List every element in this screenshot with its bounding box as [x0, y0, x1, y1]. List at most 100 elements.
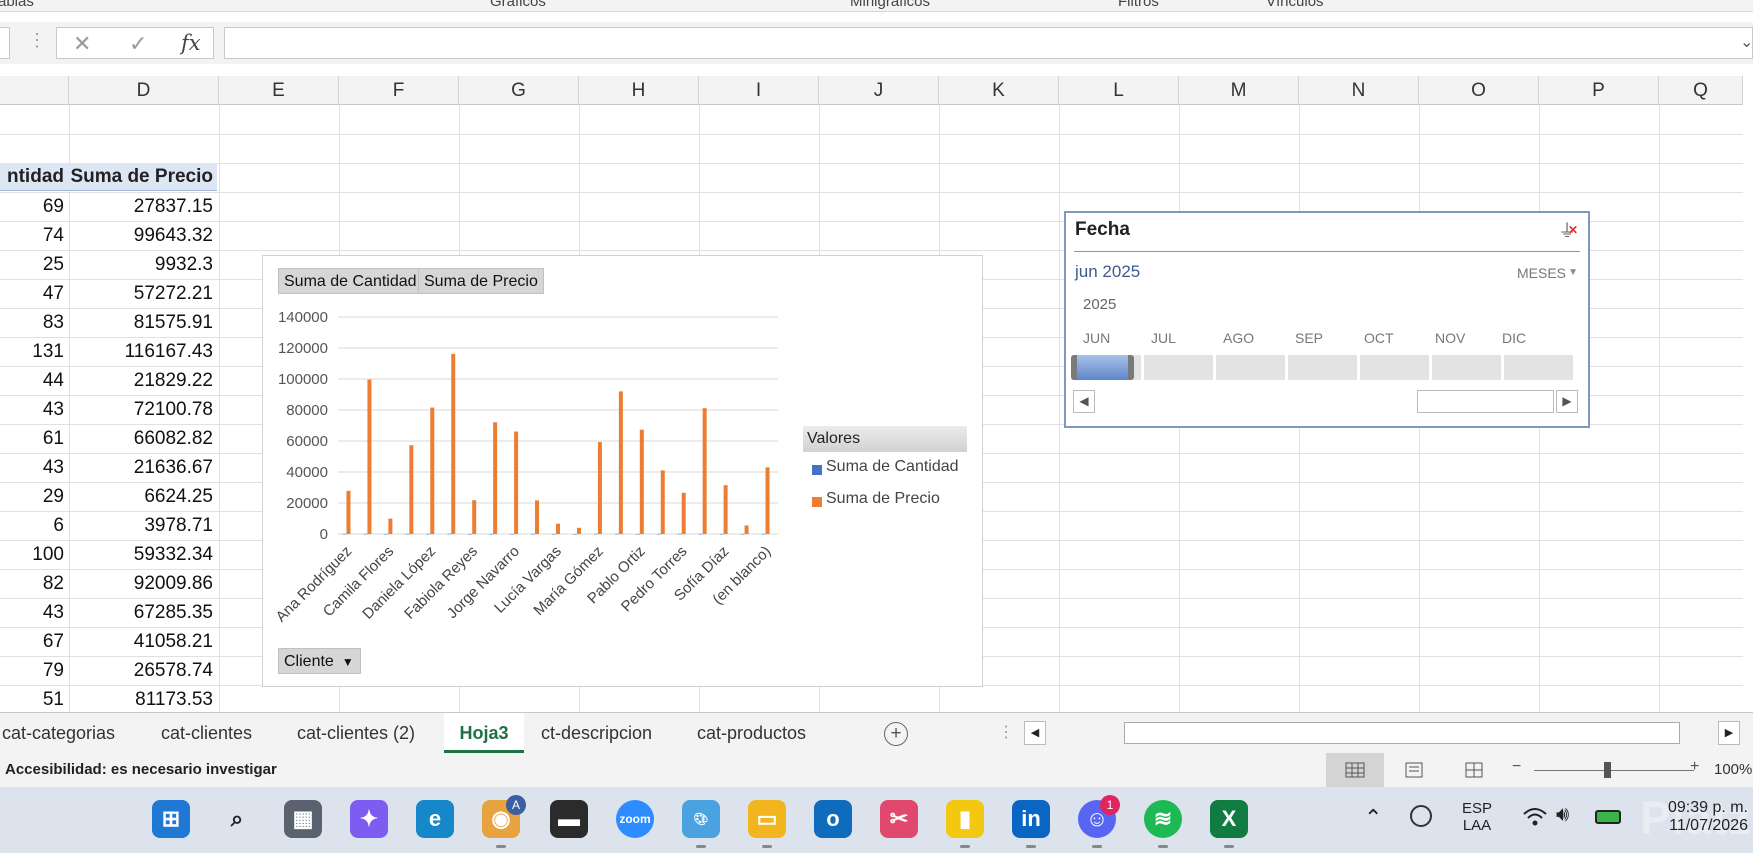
pivot-cell-precio[interactable]: 6624.25: [69, 482, 213, 511]
slicer-month-tile[interactable]: [1432, 355, 1501, 380]
snipping-tool-icon[interactable]: ✂: [880, 800, 918, 838]
scroll-right-button[interactable]: ▶: [1556, 390, 1578, 413]
pivot-cell-cantidad[interactable]: 61: [0, 424, 64, 453]
edge-icon[interactable]: e: [416, 800, 454, 838]
copilot-tray-icon[interactable]: [1410, 805, 1432, 827]
tabs-scroll-left-button[interactable]: ◀: [1024, 721, 1046, 745]
pivot-cell-precio[interactable]: 9932.3: [69, 250, 213, 279]
name-box[interactable]: [0, 27, 10, 59]
pivot-cell-precio[interactable]: 116167.43: [69, 337, 213, 366]
cancel-icon[interactable]: ✕: [73, 31, 91, 57]
column-header-f[interactable]: F: [339, 76, 459, 105]
tabs-scroll-right-button[interactable]: ▶: [1718, 721, 1740, 745]
legend-label-precio[interactable]: Suma de Precio: [826, 490, 940, 508]
pivot-cell-cantidad[interactable]: 51: [0, 685, 64, 712]
zoom-in-icon[interactable]: +: [1690, 758, 1699, 776]
pivot-cell-cantidad[interactable]: 69: [0, 192, 64, 221]
pivot-header-cantidad[interactable]: ntidad: [0, 163, 66, 191]
pivot-cell-cantidad[interactable]: 131: [0, 337, 64, 366]
ribbon-group-filtros[interactable]: Filtros: [1118, 0, 1159, 10]
tab-hoja3[interactable]: Hoja3: [444, 713, 524, 753]
column-header-n[interactable]: N: [1299, 76, 1419, 105]
pivot-cell-cantidad[interactable]: 44: [0, 366, 64, 395]
expand-formula-icon[interactable]: ⌄: [1740, 32, 1753, 52]
pivot-cell-precio[interactable]: 67285.35: [69, 598, 213, 627]
pivot-cell-precio[interactable]: 72100.78: [69, 395, 213, 424]
pivot-cell-precio[interactable]: 57272.21: [69, 279, 213, 308]
pivot-cell-precio[interactable]: 26578.74: [69, 656, 213, 685]
pivot-cell-precio[interactable]: 99643.32: [69, 221, 213, 250]
ribbon-group-tablas[interactable]: ablas: [0, 0, 34, 10]
calculator-icon[interactable]: ▦: [284, 800, 322, 838]
spotify-icon[interactable]: ≋: [1144, 800, 1182, 838]
enter-icon[interactable]: ✓: [129, 31, 147, 57]
column-header-j[interactable]: J: [819, 76, 939, 105]
slicer-month-tile[interactable]: [1288, 355, 1357, 380]
battery-icon[interactable]: [1595, 810, 1621, 824]
pivot-cell-cantidad[interactable]: 79: [0, 656, 64, 685]
zoom-level[interactable]: 100%: [1714, 761, 1752, 778]
pivot-cell-cantidad[interactable]: 43: [0, 395, 64, 424]
pivot-header-precio[interactable]: Suma de Precio: [66, 163, 217, 191]
tab-ct-descripcion[interactable]: ct-descripcion: [541, 713, 652, 753]
accessibility-status[interactable]: Accesibilidad: es necesario investigar: [5, 761, 277, 778]
legend-title[interactable]: Valores: [803, 426, 967, 452]
tab-cat-clientes[interactable]: cat-clientes: [161, 713, 252, 753]
pivot-cell-precio[interactable]: 81173.53: [69, 685, 213, 712]
pivot-cell-precio[interactable]: 21829.22: [69, 366, 213, 395]
pivot-cell-precio[interactable]: 27837.15: [69, 192, 213, 221]
sticky-notes-icon[interactable]: ▬: [550, 800, 588, 838]
field-button-precio[interactable]: Suma de Precio: [418, 268, 544, 294]
tab-cat-clientes-2[interactable]: cat-clientes (2): [297, 713, 415, 753]
zoom-icon[interactable]: zoom: [616, 800, 654, 838]
search-icon[interactable]: ⌕: [218, 800, 256, 838]
pivot-cell-cantidad[interactable]: 25: [0, 250, 64, 279]
column-header-m[interactable]: M: [1179, 76, 1299, 105]
pivot-cell-cantidad[interactable]: 43: [0, 453, 64, 482]
more-options-icon[interactable]: ⋮: [28, 30, 46, 51]
copilot-icon[interactable]: ✦: [350, 800, 388, 838]
pivot-cell-precio[interactable]: 92009.86: [69, 569, 213, 598]
tab-splitter-icon[interactable]: ⋮: [998, 722, 1014, 742]
date-slicer[interactable]: Fecha ⏚ ✕ jun 2025 MESES ▼ 2025 JUN JUL AGO…: [1064, 211, 1590, 428]
column-header-o[interactable]: O: [1419, 76, 1539, 105]
legend-label-cantidad[interactable]: Suma de Cantidad: [826, 458, 959, 476]
slicer-selection-bar[interactable]: [1071, 355, 1134, 380]
slicer-scrollbar[interactable]: [1417, 390, 1554, 413]
page-break-icon[interactable]: [1465, 762, 1483, 778]
column-header-e[interactable]: E: [219, 76, 339, 105]
column-header-g[interactable]: G: [459, 76, 579, 105]
volume-icon[interactable]: 🔊︎: [1556, 803, 1569, 827]
add-sheet-button[interactable]: +: [884, 722, 908, 746]
clock[interactable]: 09:39 p. m. 11/07/2026: [1650, 799, 1748, 835]
column-header-p[interactable]: P: [1539, 76, 1659, 105]
pivot-cell-precio[interactable]: 59332.34: [69, 540, 213, 569]
pivot-cell-cantidad[interactable]: 29: [0, 482, 64, 511]
field-button-cantidad[interactable]: Suma de Cantidad: [278, 268, 423, 294]
column-header-i[interactable]: I: [699, 76, 819, 105]
column-header-h[interactable]: H: [579, 76, 699, 105]
column-header-d[interactable]: D: [69, 76, 219, 105]
pivot-cell-cantidad[interactable]: 100: [0, 540, 64, 569]
spreadsheet-grid[interactable]: D E F G H I J K L M N O P Q ntidad Suma …: [0, 76, 1743, 712]
insert-function-icon[interactable]: fx: [181, 31, 201, 55]
field-button-cliente[interactable]: Cliente ▼: [278, 648, 361, 674]
slicer-month-tile[interactable]: [1144, 355, 1213, 380]
slicer-month-tile[interactable]: [1360, 355, 1429, 380]
slicer-month-tile[interactable]: [1504, 355, 1573, 380]
outlook-icon[interactable]: o: [814, 800, 852, 838]
pivot-cell-cantidad[interactable]: 83: [0, 308, 64, 337]
pivot-cell-cantidad[interactable]: 47: [0, 279, 64, 308]
excel-icon[interactable]: X: [1210, 800, 1248, 838]
column-header-l[interactable]: L: [1059, 76, 1179, 105]
scroll-left-button[interactable]: ◀: [1073, 390, 1095, 413]
show-hidden-icons[interactable]: ⌃: [1364, 805, 1382, 831]
slicer-level-dropdown[interactable]: MESES: [1517, 265, 1566, 281]
column-header-q[interactable]: Q: [1659, 76, 1743, 105]
column-header-c[interactable]: [0, 76, 69, 105]
ribbon-group-graficos[interactable]: Gráficos: [490, 0, 546, 10]
language-indicator[interactable]: ESP LAA: [1462, 800, 1492, 834]
pivot-cell-precio[interactable]: 21636.67: [69, 453, 213, 482]
paint-icon[interactable]: 🎨︎: [682, 800, 720, 838]
windows-start-icon[interactable]: ⊞: [152, 800, 190, 838]
